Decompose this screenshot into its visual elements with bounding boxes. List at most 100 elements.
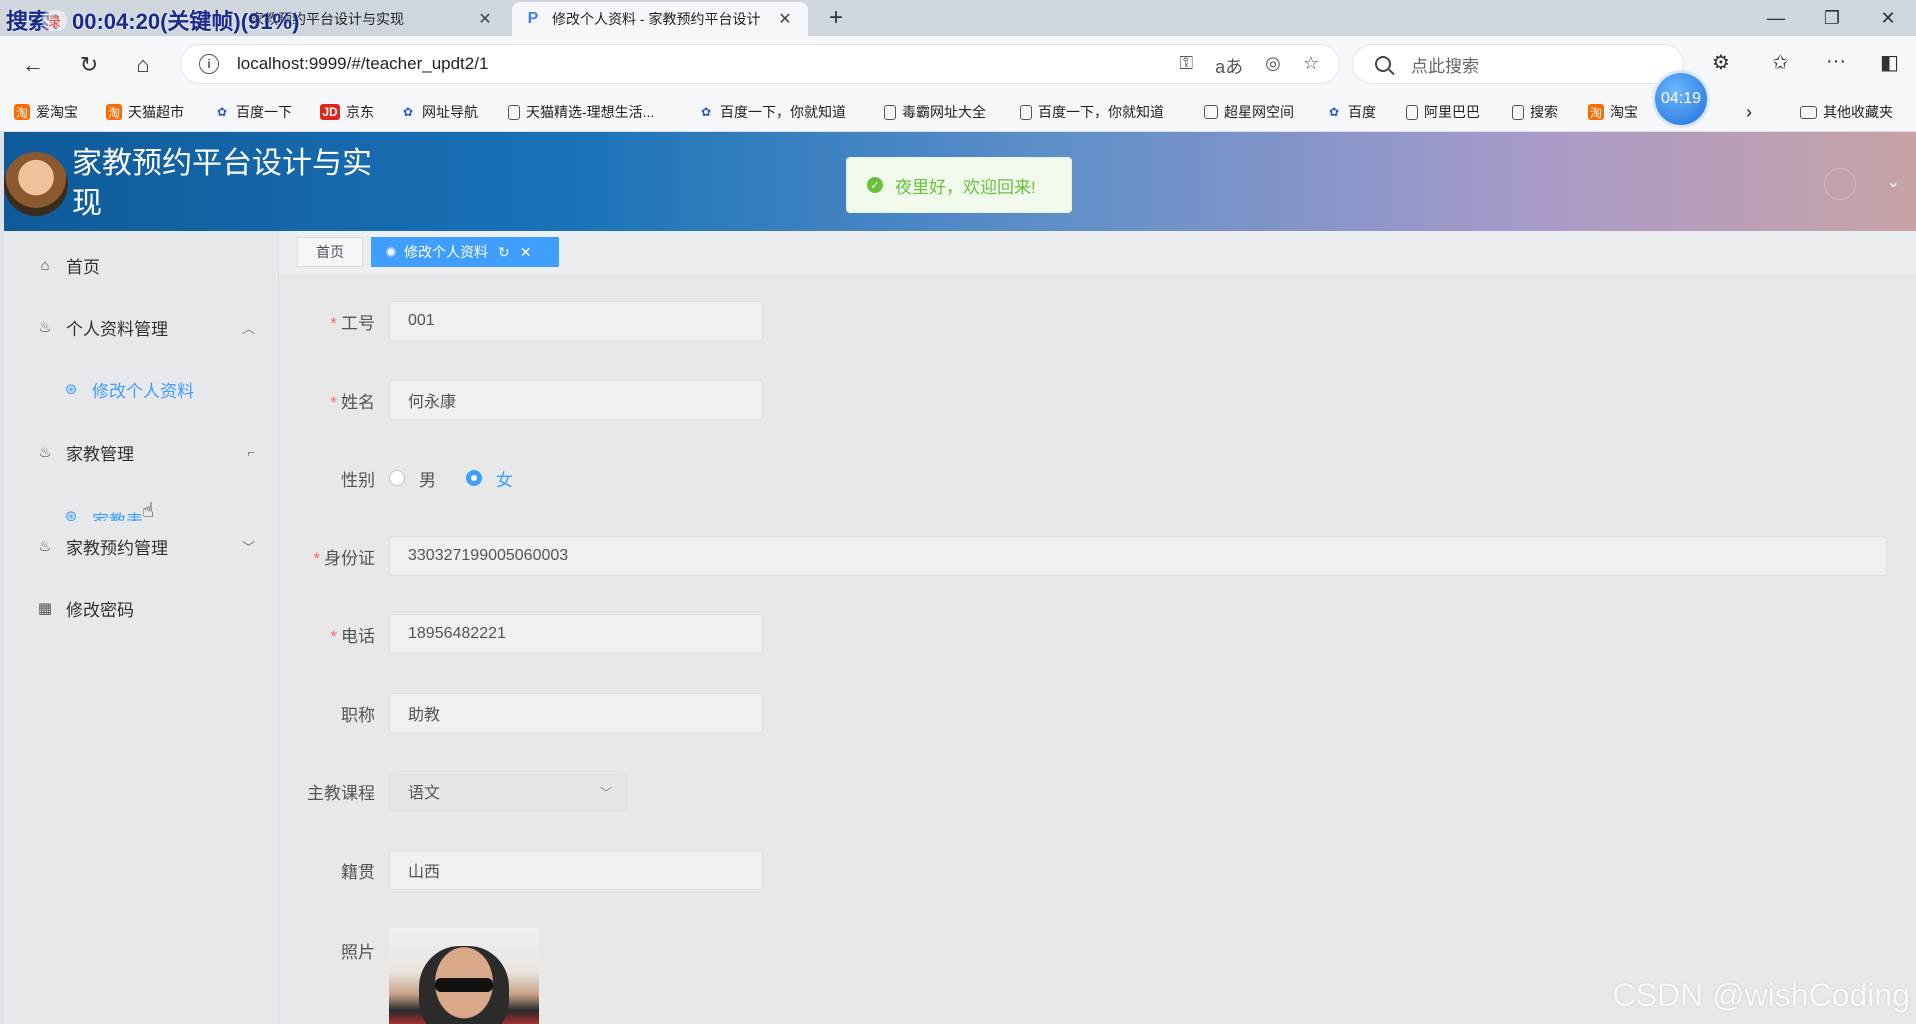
- bookmark[interactable]: ✿ 百度一下: [214, 102, 292, 122]
- browser-tab-active[interactable]: P 修改个人资料 - 家教预约平台设计 ✕: [512, 2, 808, 36]
- bookmark[interactable]: 搜索: [1512, 102, 1558, 122]
- profile-photo[interactable]: [389, 928, 539, 1024]
- sidebar-item-label: 家教预约管理: [66, 538, 168, 558]
- logo: [4, 152, 68, 216]
- sidebar-item-booking-management[interactable]: ♨ 家教预约管理 ﹀: [4, 526, 278, 566]
- radio-icon: [389, 470, 405, 486]
- pointer-cursor-icon: ☝: [142, 500, 155, 522]
- new-tab-button[interactable]: +: [822, 4, 850, 32]
- close-icon[interactable]: ✕: [774, 9, 796, 29]
- restore-icon[interactable]: ❐: [1804, 0, 1860, 36]
- home-icon[interactable]: ⌂: [128, 50, 158, 80]
- edge-icon[interactable]: ◎: [1265, 53, 1281, 79]
- info-icon[interactable]: i: [199, 54, 219, 74]
- sidebar-toggle-icon[interactable]: ◧: [1880, 50, 1899, 75]
- home-icon: ⌂: [40, 256, 50, 274]
- sidebar-item-tutor-management[interactable]: ♨ 家教管理 ⌐: [4, 432, 278, 472]
- bookmark-label: 百度: [1348, 104, 1376, 120]
- window-close-icon[interactable]: ✕: [1860, 0, 1916, 36]
- bookmark[interactable]: 百度一下，你就知道: [1020, 102, 1164, 122]
- bookmark[interactable]: 超星网空间: [1204, 102, 1294, 122]
- form-row-hometown: 籍贯 山西: [279, 850, 763, 890]
- course-select[interactable]: 语文 ﹀: [389, 771, 627, 811]
- course-label: 主教课程: [307, 783, 375, 803]
- close-icon[interactable]: ✕: [520, 244, 532, 261]
- bookmark-label: 百度一下，你就知道: [1038, 104, 1164, 120]
- bookmark[interactable]: 淘淘宝: [1588, 102, 1638, 122]
- gender-radio-male[interactable]: 男: [389, 466, 436, 491]
- chevron-right-icon[interactable]: ›: [1746, 102, 1752, 123]
- tag-label: 修改个人资料: [404, 244, 488, 260]
- bookmark[interactable]: ✿ 网址导航: [400, 102, 478, 122]
- search-input[interactable]: 点此搜索: [1352, 44, 1684, 84]
- bookmarks-bar: 淘爱淘宝 淘天猫超市 ✿ 百度一下 JD 京东 ✿ 网址导航 天猫精选-理想生活...…: [0, 92, 1916, 132]
- bookmark-label: 搜索: [1530, 104, 1558, 120]
- sidebar-item-home[interactable]: ⌂ 首页: [4, 245, 278, 285]
- favorites-icon[interactable]: ✩: [1772, 50, 1789, 75]
- baidu-paw-icon: ✿: [700, 105, 712, 119]
- taobao-icon: 淘: [106, 104, 122, 120]
- tag-edit-profile[interactable]: 修改个人资料 ↻ ✕: [371, 237, 559, 267]
- other-bookmarks[interactable]: 其他收藏夹: [1800, 102, 1893, 122]
- sidebar-item-label: 家教表: [92, 507, 143, 521]
- chevron-down-icon: ﹀: [241, 539, 255, 555]
- refresh-icon[interactable]: ↻: [498, 244, 510, 261]
- bookmark[interactable]: ✿ 百度一下，你就知道: [698, 102, 846, 122]
- bookmark-label: 天猫精选-理想生活...: [526, 104, 655, 120]
- page-icon: [1406, 104, 1418, 120]
- bookmark[interactable]: 淘爱淘宝: [14, 102, 78, 122]
- sidebar-item-edit-profile[interactable]: ⊛ 修改个人资料: [4, 369, 278, 409]
- globe-icon: [1204, 105, 1218, 119]
- star-icon[interactable]: ☆: [1303, 53, 1319, 79]
- chevron-icon: ⌐: [247, 444, 255, 460]
- minimize-icon[interactable]: —: [1748, 0, 1804, 36]
- idcard-field[interactable]: 330327199005060003: [389, 536, 1887, 576]
- title-field[interactable]: 助教: [389, 693, 763, 733]
- active-dot-icon: [386, 247, 396, 257]
- bookmark[interactable]: JD 京东: [320, 102, 374, 122]
- gear-icon: ⊛: [64, 381, 78, 398]
- close-icon[interactable]: ✕: [474, 9, 496, 29]
- key-icon[interactable]: ⚿: [1179, 53, 1193, 79]
- page-icon: [884, 104, 896, 120]
- toast-message: 夜里好，欢迎回来!: [895, 177, 1036, 197]
- back-icon[interactable]: ←: [18, 50, 48, 80]
- bookmark[interactable]: 毒霸网址大全: [884, 102, 986, 122]
- phone-label: * 电话: [330, 626, 375, 646]
- bookmark-label: 京东: [346, 104, 374, 120]
- extensions-icon[interactable]: ⚙: [1712, 50, 1730, 75]
- reload-icon[interactable]: ↻: [74, 50, 104, 80]
- bookmark-label: 爱淘宝: [36, 104, 78, 120]
- phone-field[interactable]: 18956482221: [389, 614, 763, 654]
- bookmark[interactable]: 淘天猫超市: [106, 102, 184, 122]
- taobao-icon: 淘: [1588, 104, 1604, 120]
- gender-radio-female[interactable]: 女: [466, 466, 513, 491]
- sidebar-item-profile-management[interactable]: ♨ 个人资料管理 ︿: [4, 307, 278, 347]
- more-icon[interactable]: ···: [1826, 50, 1846, 73]
- title-label: 职称: [341, 705, 375, 725]
- bookmark[interactable]: ✿ 百度: [1326, 102, 1376, 122]
- read-aloud-icon[interactable]: aあ: [1215, 53, 1243, 79]
- photo-glasses: [435, 978, 493, 992]
- chevron-down-icon: ﹀: [599, 786, 612, 800]
- name-field[interactable]: 何永康: [389, 380, 763, 420]
- page-icon: [1020, 104, 1032, 120]
- bookmark[interactable]: 阿里巴巴: [1406, 102, 1480, 122]
- user-avatar[interactable]: [1824, 168, 1856, 200]
- bookmark-label: 毒霸网址大全: [902, 104, 986, 120]
- id-field[interactable]: 001: [389, 301, 763, 341]
- sidebar-item-change-password[interactable]: ▦ 修改密码: [4, 588, 278, 628]
- gear-icon: ⊛: [64, 508, 78, 521]
- other-bookmarks-label: 其他收藏夹: [1823, 104, 1893, 120]
- hometown-field[interactable]: 山西: [389, 850, 763, 890]
- cup-icon: ♨: [38, 538, 52, 555]
- form-row-id: * 工号 001: [279, 301, 763, 341]
- chevron-down-icon[interactable]: ⌄: [1887, 172, 1900, 192]
- cup-icon: ♨: [38, 444, 52, 461]
- gender-label: 性别: [341, 470, 375, 490]
- tag-home[interactable]: 首页: [297, 237, 363, 267]
- page-icon: [1512, 104, 1524, 120]
- url-input[interactable]: i localhost:9999/#/teacher_updt2/1 ⚿ aあ …: [180, 44, 1340, 84]
- bookmark-label: 超星网空间: [1224, 104, 1294, 120]
- bookmark[interactable]: 天猫精选-理想生活...: [508, 102, 654, 122]
